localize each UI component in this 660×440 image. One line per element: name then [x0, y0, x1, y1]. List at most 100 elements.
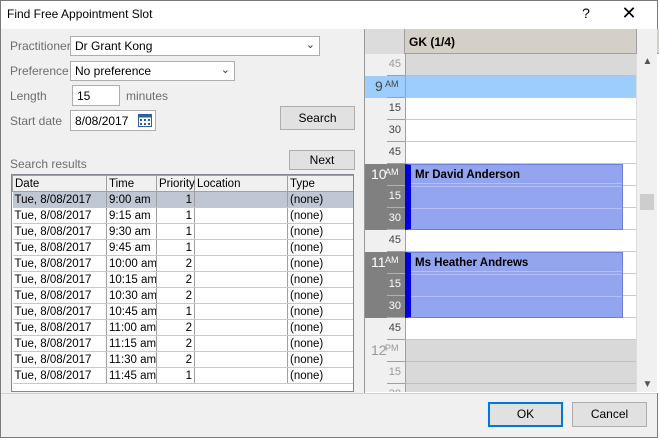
time-slot-row[interactable]: 9 AM [365, 76, 636, 98]
start-date-input[interactable]: 8/08/2017 [70, 110, 156, 131]
time-gutter: 15 [365, 362, 405, 384]
table-row[interactable]: Tue, 8/08/2017 10:00 am 2 (none) [12, 255, 353, 272]
table-row[interactable]: Tue, 8/08/2017 11:30 am 2 (none) [12, 351, 353, 368]
time-slot[interactable] [405, 76, 636, 98]
cell-priority: 1 [156, 191, 195, 208]
time-slot[interactable] [405, 318, 636, 340]
appointment-patient-name: Ms Heather Andrews [415, 257, 529, 269]
time-gutter: 45 [365, 54, 405, 76]
cell-priority: 2 [156, 255, 195, 272]
dialog-title: Find Free Appointment Slot [7, 7, 153, 21]
calendar-grid[interactable]: 459AM15304510AM15304511AM15304512PM15304… [365, 54, 636, 392]
table-row[interactable]: Tue, 8/08/2017 11:45 am 1 (none) [12, 367, 353, 384]
scroll-thumb[interactable] [640, 194, 654, 210]
cell-date: Tue, 8/08/2017 [12, 271, 107, 288]
help-icon[interactable]: ? [579, 5, 593, 21]
time-slot-row[interactable]: 30 [365, 384, 636, 392]
cell-location [194, 351, 288, 368]
time-slot[interactable] [405, 54, 636, 76]
table-row[interactable]: Tue, 8/08/2017 9:15 am 1 (none) [12, 207, 353, 224]
calendar-scrollbar[interactable]: ▲ ▼ [636, 54, 657, 392]
cell-time: 11:30 am [106, 351, 157, 368]
period-label: AM [385, 79, 399, 89]
minute-label: 15 [388, 278, 401, 290]
appointment-block[interactable]: Mr David Anderson [405, 164, 623, 230]
minute-label: 15 [388, 190, 401, 202]
cell-priority: 2 [156, 335, 195, 352]
close-icon[interactable]: ✕ [619, 3, 639, 24]
length-input[interactable]: 15 [72, 85, 120, 106]
cell-time: 9:45 am [106, 239, 157, 256]
time-slot-row[interactable]: 45 [365, 54, 636, 76]
cell-priority: 2 [156, 287, 195, 304]
calendar-icon[interactable] [138, 113, 152, 127]
table-row[interactable]: Tue, 8/08/2017 10:45 am 1 (none) [12, 303, 353, 320]
cell-date: Tue, 8/08/2017 [12, 239, 107, 256]
period-label: AM [385, 255, 399, 265]
time-slot-row[interactable]: 30 [365, 120, 636, 142]
cell-type: (none) [287, 319, 353, 336]
next-button[interactable]: Next [289, 150, 355, 170]
column-header-type[interactable]: Type [287, 175, 353, 192]
start-date-value: 8/08/2017 [75, 114, 129, 128]
dialog-footer: OK Cancel [1, 393, 657, 437]
appointment-block[interactable]: Ms Heather Andrews [405, 252, 623, 318]
cell-location [194, 319, 288, 336]
time-slot[interactable] [405, 340, 636, 362]
minute-label: 45 [388, 234, 401, 246]
table-row[interactable]: Tue, 8/08/2017 11:00 am 2 (none) [12, 319, 353, 336]
cell-type: (none) [287, 271, 353, 288]
time-slot[interactable] [405, 384, 636, 392]
time-slot[interactable] [405, 230, 636, 252]
table-row[interactable]: Tue, 8/08/2017 9:30 am 1 (none) [12, 223, 353, 240]
cell-priority: 2 [156, 351, 195, 368]
table-row[interactable]: Tue, 8/08/2017 9:45 am 1 (none) [12, 239, 353, 256]
preference-dropdown[interactable]: No preference ⌄ [70, 61, 235, 81]
cell-time: 11:15 am [106, 335, 157, 352]
minute-label: 30 [388, 300, 401, 312]
preference-label: Preference [10, 64, 69, 78]
preference-value: No preference [75, 64, 152, 78]
column-header-date[interactable]: Date [12, 175, 107, 192]
cell-location [194, 239, 288, 256]
time-slot[interactable] [405, 362, 636, 384]
hour-label: 9 [375, 78, 383, 94]
cell-date: Tue, 8/08/2017 [12, 351, 107, 368]
cell-type: (none) [287, 255, 353, 272]
time-slot-row[interactable]: 12 PM [365, 340, 636, 362]
chevron-down-icon: ⌄ [220, 64, 230, 76]
hour-label: 11 [371, 254, 386, 270]
cell-type: (none) [287, 191, 353, 208]
time-gutter: 30 [365, 296, 405, 318]
column-header-location[interactable]: Location [194, 175, 288, 192]
time-slot[interactable] [405, 98, 636, 120]
time-slot-row[interactable]: 15 [365, 362, 636, 384]
cell-location [194, 367, 288, 384]
time-slot-row[interactable]: 15 [365, 98, 636, 120]
appointment-patient-name: Mr David Anderson [415, 169, 521, 181]
time-slot-row[interactable]: 45 [365, 230, 636, 252]
table-row[interactable]: Tue, 8/08/2017 10:15 am 2 (none) [12, 271, 353, 288]
cancel-button[interactable]: Cancel [572, 402, 647, 427]
ok-button[interactable]: OK [488, 402, 563, 427]
table-row[interactable]: Tue, 8/08/2017 9:00 am 1 (none) [12, 191, 353, 208]
table-row[interactable]: Tue, 8/08/2017 10:30 am 2 (none) [12, 287, 353, 304]
cell-type: (none) [287, 303, 353, 320]
time-slot[interactable] [405, 120, 636, 142]
cell-priority: 1 [156, 303, 195, 320]
scroll-down-icon[interactable]: ▼ [637, 379, 658, 390]
title-bar: Find Free Appointment Slot ? ✕ [1, 1, 657, 29]
column-header-priority[interactable]: Priority [156, 175, 195, 192]
time-slot-row[interactable]: 45 [365, 142, 636, 164]
time-slot[interactable] [405, 142, 636, 164]
cell-time: 10:15 am [106, 271, 157, 288]
appointment-title-underline [411, 183, 622, 184]
cell-type: (none) [287, 367, 353, 384]
column-header-time[interactable]: Time [106, 175, 157, 192]
cell-type: (none) [287, 351, 353, 368]
scroll-up-icon[interactable]: ▲ [637, 56, 658, 67]
table-row[interactable]: Tue, 8/08/2017 11:15 am 2 (none) [12, 335, 353, 352]
practitioner-dropdown[interactable]: Dr Grant Kong ⌄ [70, 36, 320, 56]
time-slot-row[interactable]: 45 [365, 318, 636, 340]
search-button[interactable]: Search [280, 106, 355, 130]
